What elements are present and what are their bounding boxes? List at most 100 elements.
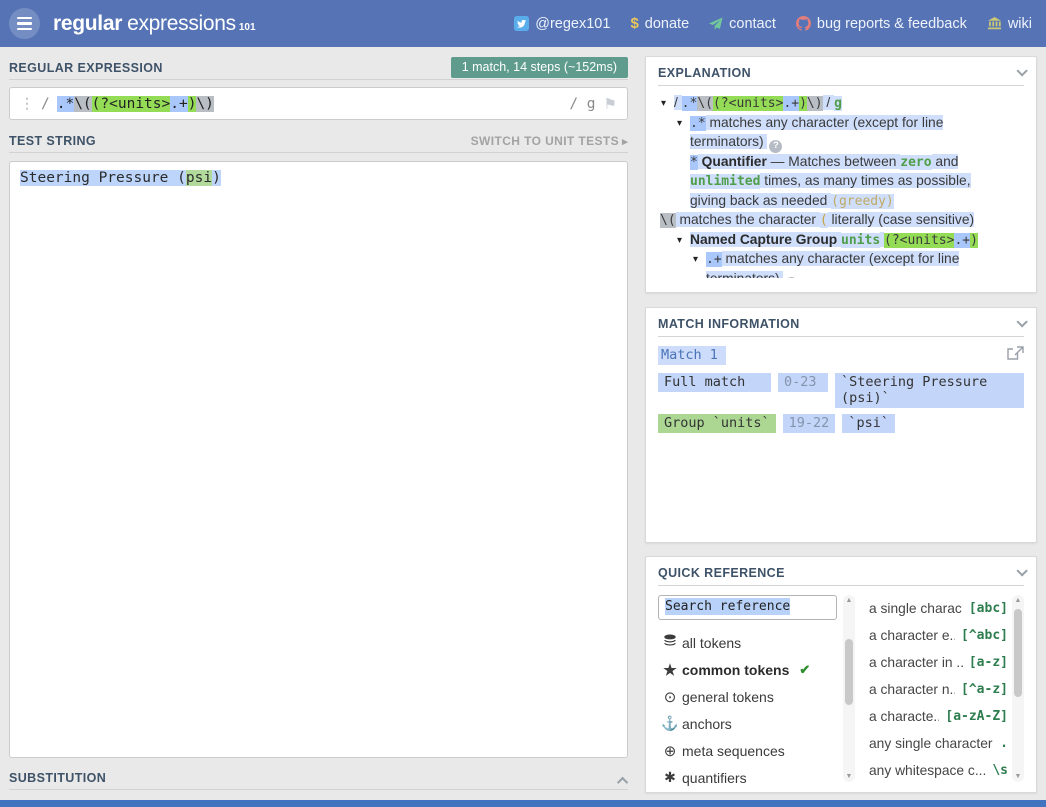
regex101-app: regular expressions 101 @regex101 $donate… — [0, 0, 1046, 807]
category-meta-sequences[interactable]: ⊕meta sequences — [658, 737, 837, 764]
nav-link-wiki[interactable]: wiki — [987, 16, 1032, 32]
flag-icon[interactable]: ⚑ — [604, 95, 617, 113]
help-icon[interactable]: ? — [785, 277, 798, 279]
export-matches-icon[interactable] — [1007, 346, 1024, 365]
category-general-tokens[interactable]: ⊙general tokens — [658, 683, 837, 710]
reference-item[interactable]: a character in ... [a-z] — [869, 649, 1008, 676]
regex-pattern[interactable]: .*\((?<units>.+)\) — [57, 96, 214, 112]
reference-item-description: any single character — [869, 736, 994, 751]
category-label: anchors — [682, 716, 732, 732]
reference-scrollbar[interactable]: ▲ ▼ — [1012, 595, 1024, 782]
quick-reference-body: Search reference all tokens★common token… — [658, 586, 1024, 782]
explanation-line: * Quantifier — Matches between zero and … — [660, 153, 1006, 212]
nav-link--regex101[interactable]: @regex101 — [514, 16, 610, 32]
match-row: Group `units`19-22`psi` — [658, 414, 1024, 433]
scrollbar-thumb[interactable] — [845, 639, 853, 705]
category-all-tokens[interactable]: all tokens — [658, 629, 837, 656]
scroll-down-icon[interactable]: ▼ — [1012, 773, 1024, 780]
nav-link-contact[interactable]: contact — [709, 16, 776, 32]
match-row-label: Group `units` — [658, 414, 776, 433]
asterisk-icon: ✱ — [658, 769, 682, 786]
match-steps-badge[interactable]: 1 match, 14 steps (~152ms) — [451, 57, 628, 78]
nav-links: @regex101 $donate contact bug reports & fee… — [514, 15, 1032, 32]
reference-item-code: . — [1000, 736, 1008, 751]
reference-item[interactable]: a characte...[a-zA-Z] — [869, 703, 1008, 730]
regex-input[interactable]: ⋮ / .*\((?<units>.+)\) / g ⚑ — [9, 87, 628, 120]
switch-to-unit-tests-link[interactable]: SWITCH TO UNIT TESTS▸ — [471, 134, 628, 148]
bank-icon — [987, 16, 1002, 31]
category-anchors[interactable]: ⚓anchors — [658, 710, 837, 737]
scroll-down-icon[interactable]: ▼ — [843, 773, 855, 780]
nav-link-label: bug reports & feedback — [817, 16, 967, 32]
nav-link-bug-reports-feedback[interactable]: bug reports & feedback — [796, 16, 967, 32]
chevron-up-icon[interactable] — [617, 777, 628, 788]
chevron-down-icon[interactable] — [1016, 565, 1027, 576]
category-scrollbar[interactable]: ▲ ▼ — [843, 595, 855, 782]
match-row: Full match0-23`Steering Pressure (psi)` — [658, 373, 1024, 408]
test-string-text: Steering Pressure (psi) — [20, 170, 617, 186]
menu-button[interactable] — [9, 8, 40, 39]
explanation-segment: unlimited — [690, 174, 760, 189]
explanation-segment: (greedy) — [831, 194, 894, 209]
explanation-segment: \( — [660, 213, 676, 228]
regex-token: (?<units> — [92, 96, 171, 112]
reference-item[interactable]: a character e...[^abc] — [869, 622, 1008, 649]
match-row-value: `psi` — [842, 414, 895, 433]
explanation-segment: .+ — [954, 233, 970, 248]
reference-item[interactable]: any single character. — [869, 730, 1008, 757]
drag-handle-icon[interactable]: ⋮ — [20, 95, 34, 112]
quick-reference-items-pane: a single charac...[abc]a character e...[… — [869, 595, 1024, 782]
match-1-label: Match 1 — [658, 346, 726, 365]
tree-collapse-icon[interactable]: ▾ — [677, 115, 682, 134]
scrollbar-thumb[interactable] — [1014, 609, 1022, 697]
nav-link-donate[interactable]: $donate — [630, 15, 689, 32]
reference-item[interactable]: any whitespace c...\s — [869, 757, 1008, 784]
nav-link-label: contact — [729, 16, 776, 32]
tree-collapse-icon[interactable]: ▾ — [661, 95, 666, 114]
reference-item[interactable]: a single charac...[abc] — [869, 595, 1008, 622]
reference-item-code: [a-zA-Z] — [945, 709, 1008, 724]
footer-bar — [0, 800, 1046, 807]
regex-token: \) — [196, 96, 213, 112]
star-icon: ★ — [658, 661, 682, 679]
match-rows: Full match0-23`Steering Pressure (psi)` G… — [658, 373, 1024, 433]
match-information-header: MATCH INFORMATION — [658, 317, 1024, 337]
explanation-line: ▾/ .*\((?<units>.+)\) / g — [660, 94, 1006, 114]
nav-link-label: wiki — [1008, 16, 1032, 32]
site-logo[interactable]: regular expressions 101 — [53, 12, 256, 36]
hamburger-icon — [17, 17, 32, 31]
scroll-up-icon[interactable]: ▲ — [843, 597, 855, 604]
bullseye-icon: ⊙ — [658, 688, 682, 706]
explanation-title: EXPLANATION — [658, 66, 751, 80]
match-row-label: Full match — [658, 373, 771, 392]
explanation-segment: Quantifier — [702, 154, 767, 169]
regex-flags[interactable]: / g — [569, 96, 595, 112]
substitution-header[interactable]: SUBSTITUTION — [9, 771, 628, 790]
test-string-input[interactable]: Steering Pressure (psi) — [9, 161, 628, 758]
reference-item-code: [a-z] — [969, 655, 1008, 670]
twitter-icon — [514, 16, 529, 31]
quick-reference-title: QUICK REFERENCE — [658, 566, 785, 580]
tree-collapse-icon[interactable]: ▾ — [677, 232, 682, 251]
substitution-title: SUBSTITUTION — [9, 771, 106, 785]
reference-item-description: a character in ... — [869, 655, 963, 670]
search-reference-input[interactable]: Search reference — [658, 595, 837, 620]
reference-item[interactable]: a character n...[^a-z] — [869, 676, 1008, 703]
help-icon[interactable]: ? — [769, 140, 782, 153]
category-label: general tokens — [682, 689, 774, 705]
chevron-down-icon[interactable] — [1016, 65, 1027, 76]
category-common-tokens[interactable]: ★common tokens✔ — [658, 656, 837, 683]
tree-collapse-icon[interactable]: ▾ — [693, 251, 698, 270]
chevron-down-icon[interactable] — [1016, 316, 1027, 327]
search-reference-text: Search reference — [665, 598, 790, 615]
quick-reference-header: QUICK REFERENCE — [658, 566, 1024, 586]
reference-item-description: a character n... — [869, 682, 955, 697]
explanation-segment: ) — [799, 96, 807, 111]
logo-word-expressions: expressions — [127, 12, 236, 36]
category-quantifiers[interactable]: ✱quantifiers — [658, 764, 837, 791]
match-information-title: MATCH INFORMATION — [658, 317, 800, 331]
scroll-up-icon[interactable]: ▲ — [1012, 597, 1024, 604]
github-icon — [796, 16, 811, 31]
explanation-segment: .+ — [706, 252, 722, 267]
token-category-list: all tokens★common tokens✔⊙general tokens… — [658, 629, 837, 791]
